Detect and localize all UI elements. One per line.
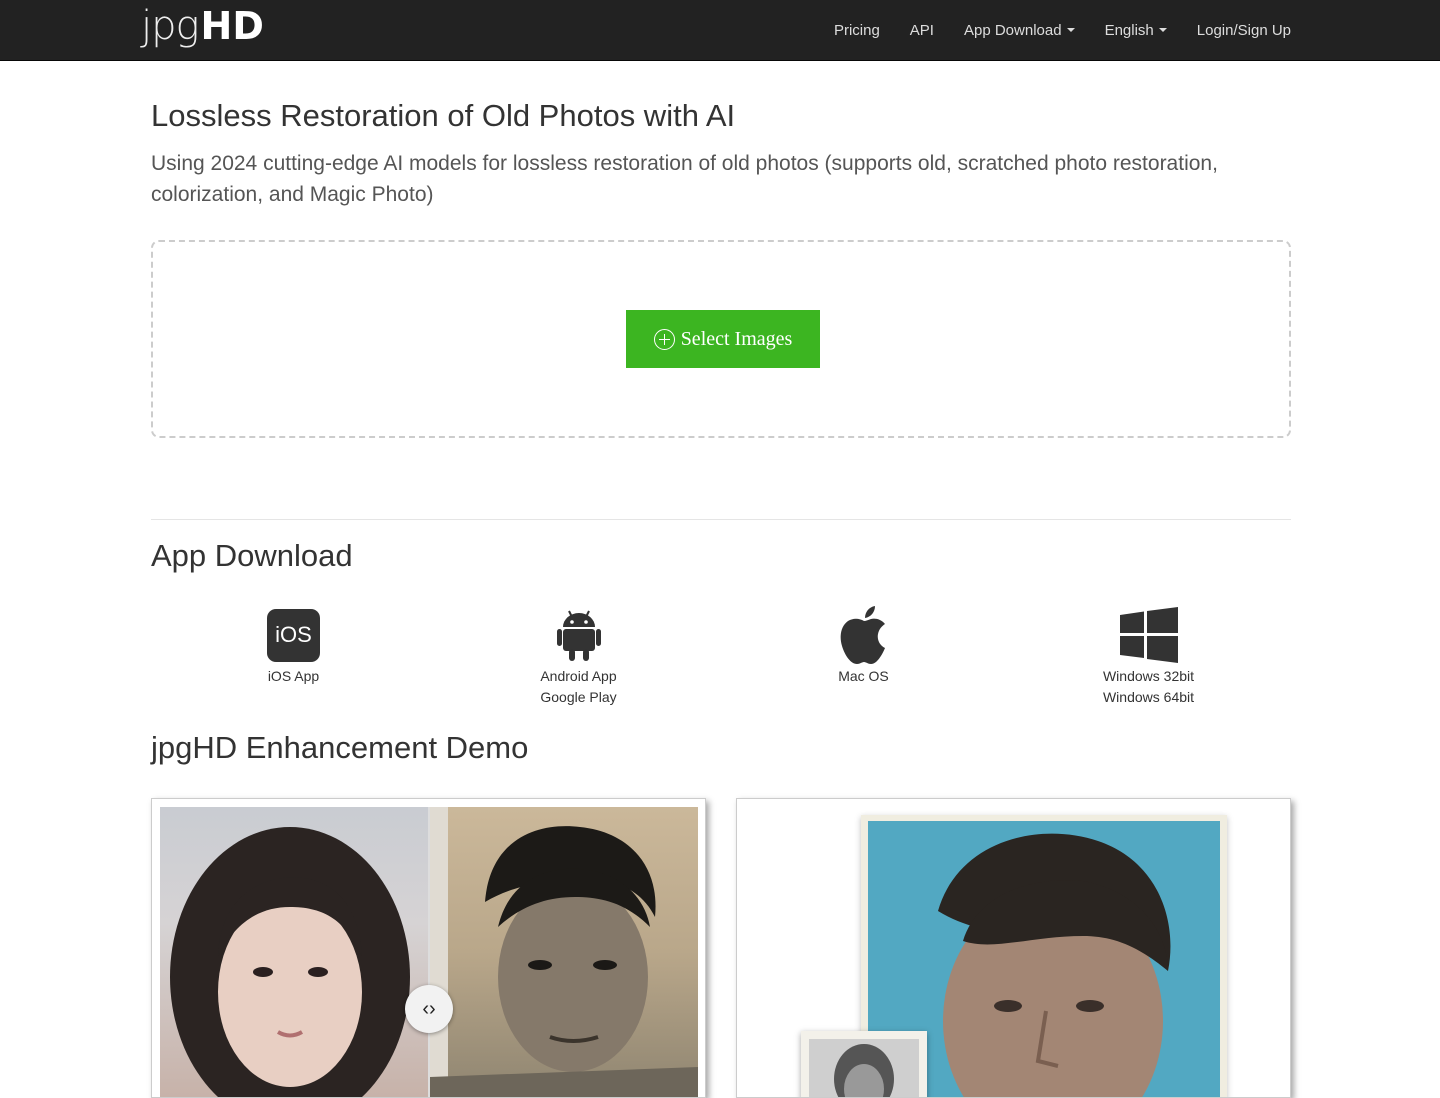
select-images-label: Select Images (680, 327, 793, 350)
nav-pricing-label: Pricing (833, 21, 880, 39)
nav-links: Pricing API App Download English Login/S… (804, 0, 1291, 60)
app-windows-64-label[interactable]: Windows 64bit (1103, 687, 1194, 708)
page-title: Lossless Restoration of Old Photos with … (151, 98, 736, 133)
logo-bold: HD (200, 4, 264, 48)
nav-pricing[interactable]: Pricing (834, 22, 880, 39)
app-mac-label[interactable]: Mac OS (838, 666, 889, 687)
app-android-label[interactable]: Android App (540, 666, 616, 687)
demo-compare-slider[interactable]: ‹ › (151, 798, 706, 1098)
logo-light: jpg (141, 3, 200, 49)
nav-api-label: API (909, 21, 934, 39)
plus-circle-icon (653, 328, 675, 350)
section-divider (151, 519, 1291, 520)
caret-down-icon (1066, 28, 1075, 32)
navbar: jpg HD Pricing API App Download English … (0, 0, 1440, 61)
nav-language[interactable]: English (1105, 22, 1167, 39)
windows-icon (1119, 604, 1178, 666)
app-android[interactable]: Android App Google Play (436, 604, 721, 714)
logo[interactable]: jpg HD (141, 4, 264, 48)
restored-photo (160, 807, 428, 1097)
original-thumbnail (809, 1039, 919, 1097)
page-subtitle: Using 2024 cutting-edge AI models for lo… (151, 152, 1218, 206)
ios-icon: iOS (267, 604, 320, 666)
original-photo (430, 807, 698, 1097)
app-download-list: iOS iOS App Android App Google Play Mac … (151, 604, 1291, 714)
app-windows[interactable]: Windows 32bit Windows 64bit (1006, 604, 1291, 714)
demo-title: jpgHD Enhancement Demo (151, 730, 529, 765)
demo-colorization (736, 798, 1291, 1098)
apple-icon (839, 604, 889, 666)
android-icon (556, 604, 601, 666)
app-google-play-label[interactable]: Google Play (540, 687, 616, 708)
app-ios-label[interactable]: iOS App (268, 666, 319, 687)
nav-language-label: English (1104, 21, 1154, 39)
caret-down-icon (1158, 28, 1167, 32)
chevron-left-icon: ‹ (422, 997, 429, 1020)
nav-login-label: Login/Sign Up (1196, 21, 1291, 39)
ios-icon-text: iOS (267, 608, 320, 662)
app-download-title: App Download (151, 538, 353, 573)
select-images-button[interactable]: Select Images (626, 310, 820, 368)
app-ios[interactable]: iOS iOS App (151, 604, 436, 714)
upload-dropzone[interactable]: Select Images (151, 240, 1291, 438)
nav-api[interactable]: API (910, 22, 934, 39)
nav-login[interactable]: Login/Sign Up (1197, 22, 1291, 39)
app-mac[interactable]: Mac OS (721, 604, 1006, 714)
nav-app-download-label: App Download (963, 21, 1062, 39)
nav-app-download[interactable]: App Download (964, 22, 1075, 39)
compare-handle[interactable]: ‹ › (405, 985, 453, 1033)
chevron-right-icon: › (429, 997, 436, 1020)
app-windows-32-label[interactable]: Windows 32bit (1103, 666, 1194, 687)
